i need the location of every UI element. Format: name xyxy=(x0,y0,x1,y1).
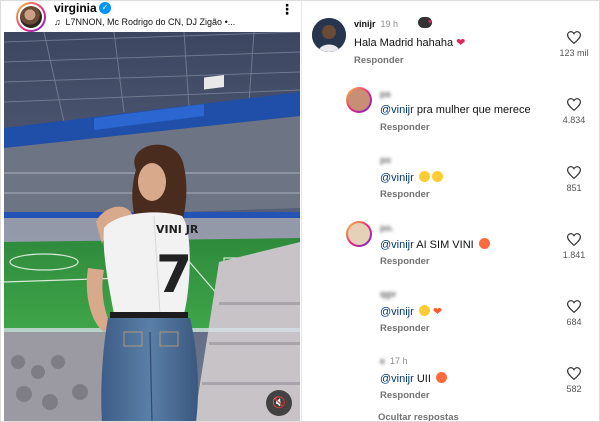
comment-username[interactable]: po. xyxy=(380,223,394,233)
instagram-post-view: virginia ✓ ♫ L7NNON, Mc Rodrigo do CN, D… xyxy=(0,0,600,422)
stadium-photo-illustration: VINI JR 7 xyxy=(4,32,300,422)
like-count: 851 xyxy=(566,183,582,193)
comment-username[interactable]: vinijr 19 h xyxy=(354,19,398,29)
avatar-photo xyxy=(348,89,370,111)
post-header: virginia ✓ ♫ L7NNON, Mc Rodrigo do CN, D… xyxy=(4,0,300,32)
post-author-avatar[interactable] xyxy=(16,2,46,32)
svg-text:VINI JR: VINI JR xyxy=(156,223,199,236)
comment-text: Hala Madrid hahaha ❤ xyxy=(354,37,466,49)
comment-like[interactable]: 851 xyxy=(559,166,589,193)
like-count: 582 xyxy=(566,384,582,394)
heart-outline-icon[interactable] xyxy=(567,31,581,44)
mention-link[interactable]: @vinijr xyxy=(380,172,414,184)
heart-outline-icon[interactable] xyxy=(567,98,581,111)
comment-like[interactable]: 684 xyxy=(559,300,589,327)
mention-link[interactable]: @vinijr xyxy=(380,239,414,251)
like-count: 4.834 xyxy=(562,115,586,125)
like-count: 1.841 xyxy=(562,250,586,260)
avatar-image xyxy=(20,6,42,28)
heart-outline-icon[interactable] xyxy=(567,233,581,246)
reply-button[interactable]: Responder xyxy=(380,189,430,200)
comment-text: @vinijr AI SIM VINI xyxy=(380,238,490,251)
heart-eyes-emoji-icon xyxy=(478,238,490,249)
comment-text: @vinijr ❤ xyxy=(380,305,442,318)
comment-username[interactable]: e 17 h xyxy=(380,356,408,366)
more-options-icon[interactable]: ⋮ xyxy=(280,2,294,16)
hide-replies-button[interactable]: Ocultar respostas xyxy=(378,412,459,422)
heart-emoji-icon: ❤ xyxy=(456,37,466,49)
comment-text: @vinijr xyxy=(380,171,443,184)
comment-like[interactable]: 1.841 xyxy=(559,233,589,260)
mention-link[interactable]: @vinijr xyxy=(380,306,414,318)
comments-panel: vinijr 19 h ♥ Hala Madrid hahaha ❤ Respon… xyxy=(302,0,600,422)
comment-like[interactable]: 582 xyxy=(559,367,589,394)
mute-audio-icon[interactable]: 🔇 xyxy=(266,390,292,416)
sad-face-emoji-icon xyxy=(431,171,443,182)
reply-button[interactable]: Responder xyxy=(380,256,430,267)
avatar-badge-icon: ♥ xyxy=(418,17,432,28)
fire-heart-emoji-icon: ❤ xyxy=(432,306,443,318)
mention-link[interactable]: @vinijr xyxy=(380,373,414,385)
heart-outline-icon[interactable] xyxy=(567,367,581,380)
svg-text:7: 7 xyxy=(156,245,192,305)
comment-username[interactable]: po xyxy=(380,155,391,165)
avatar-inner xyxy=(18,4,44,30)
reply-button[interactable]: Responder xyxy=(380,122,430,133)
comment-text: @vinijr UII xyxy=(380,372,447,385)
audio-track-label: L7NNON, Mc Rodrigo do CN, DJ Zigão •... xyxy=(65,17,236,27)
comment-username[interactable]: qgv xyxy=(380,289,396,299)
comment-text: @vinijr pra mulher que merece xyxy=(380,104,531,116)
sad-face-emoji-icon xyxy=(418,171,430,182)
heart-outline-icon[interactable] xyxy=(567,166,581,179)
heart-outline-icon[interactable] xyxy=(567,300,581,313)
reply-button[interactable]: Responder xyxy=(354,55,404,66)
mention-link[interactable]: @vinijr xyxy=(380,104,414,116)
avatar-photo xyxy=(312,18,346,52)
post-author-username[interactable]: virginia xyxy=(54,1,97,15)
comment-like[interactable]: 123 mil xyxy=(559,31,589,58)
comment-avatar[interactable] xyxy=(312,18,346,52)
music-note-icon: ♫ xyxy=(54,17,61,27)
post-photo[interactable]: VINI JR 7 🔇 xyxy=(4,32,300,422)
reply-button[interactable]: Responder xyxy=(380,390,430,401)
post-audio-track[interactable]: ♫ L7NNON, Mc Rodrigo do CN, DJ Zigão •..… xyxy=(54,17,235,27)
avatar-photo xyxy=(348,223,370,245)
comment-avatar[interactable] xyxy=(346,221,372,247)
comment-like[interactable]: 4.834 xyxy=(559,98,589,125)
verified-badge-icon: ✓ xyxy=(99,2,111,14)
comment-username[interactable]: pa xyxy=(380,89,391,99)
smile-emoji-icon xyxy=(418,305,430,316)
comment-avatar[interactable] xyxy=(346,87,372,113)
like-count: 123 mil xyxy=(559,48,589,58)
reply-button[interactable]: Responder xyxy=(380,323,430,334)
like-count: 684 xyxy=(566,317,582,327)
heart-eyes-emoji-icon xyxy=(435,372,447,383)
post-panel: virginia ✓ ♫ L7NNON, Mc Rodrigo do CN, D… xyxy=(4,0,300,422)
